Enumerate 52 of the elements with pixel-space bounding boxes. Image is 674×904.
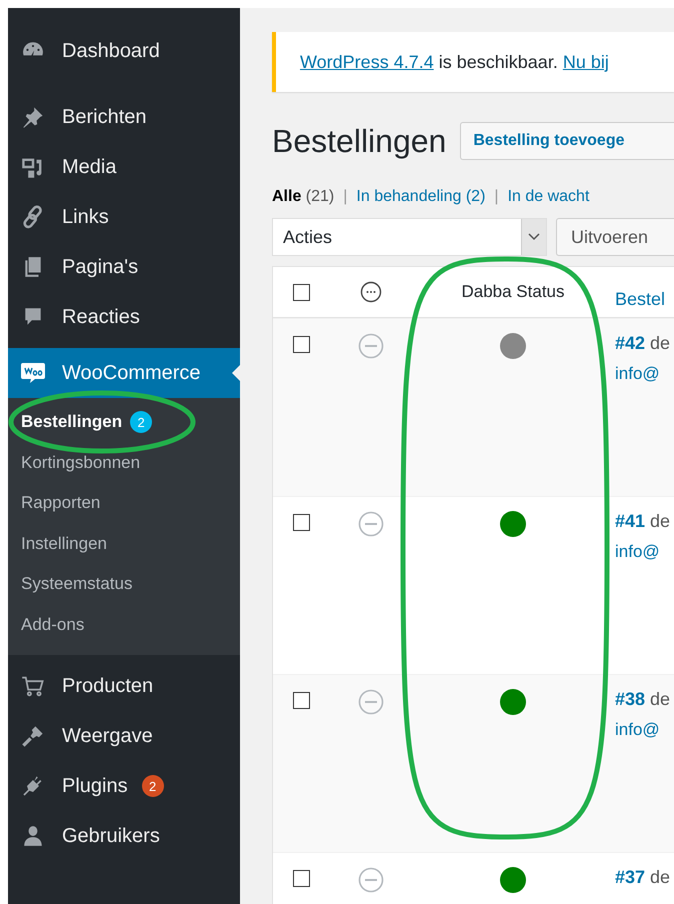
order-number-text: #42 de: [615, 333, 670, 353]
email-link[interactable]: info@: [615, 542, 660, 562]
sidebar-menu-item[interactable]: WooCommerce: [8, 348, 240, 398]
separator-text: |: [494, 188, 499, 206]
checkbox[interactable]: [292, 870, 310, 887]
count-badge: 2: [130, 411, 152, 434]
bulk-action-dropdown[interactable]: Acties: [272, 218, 547, 256]
order-number-text: #37 de: [615, 867, 670, 887]
checkbox[interactable]: [292, 284, 310, 300]
sidebar-menu-item[interactable]: Pagina's: [8, 242, 240, 292]
submenu-item[interactable]: Kortingsbonnen: [8, 442, 240, 483]
filter-link[interactable]: In behandeling (2): [356, 188, 486, 206]
sidebar-menu-item[interactable]: Reacties: [8, 292, 240, 342]
version-link[interactable]: WordPress 4.7.4: [300, 52, 434, 72]
filter-link[interactable]: In de wacht: [508, 188, 590, 206]
submenu-item[interactable]: Rapporten: [8, 483, 240, 524]
column-header-link[interactable]: Bestel: [615, 288, 666, 308]
apply-button[interactable]: Uitvoeren: [556, 218, 674, 256]
pin-icon: [21, 105, 45, 129]
email-link[interactable]: info@: [615, 720, 660, 740]
checkbox[interactable]: [292, 336, 310, 353]
link-icon: [21, 205, 45, 229]
submenu-item[interactable]: Instellingen: [8, 524, 240, 564]
user-icon: [22, 825, 44, 847]
cart-icon: [21, 674, 45, 698]
submenu-item[interactable]: Systeemstatus: [8, 564, 240, 604]
filter-link[interactable]: Alle (21): [272, 188, 334, 206]
order-number-text: #38 de: [615, 689, 670, 709]
sidebar-menu-item[interactable]: Links: [8, 192, 240, 242]
email-link[interactable]: info@: [615, 364, 660, 384]
sidebar-menu-item[interactable]: Gebruikers: [8, 811, 240, 861]
separator-text: |: [343, 188, 348, 206]
update-link[interactable]: Nu bij: [562, 52, 609, 72]
add-order-button[interactable]: Bestelling toevoege: [460, 122, 674, 160]
sidebar-menu-item[interactable]: Dashboard: [8, 26, 240, 76]
order-number-text: #41 de: [615, 511, 670, 531]
page-title: Bestellingen: [272, 122, 446, 160]
sidebar-menu-item[interactable]: Berichten: [8, 92, 240, 142]
checkbox[interactable]: [292, 514, 310, 531]
notice-text: is beschikbaar.: [438, 52, 558, 72]
column-header: Dabba Status: [461, 282, 564, 302]
sidebar-menu-item[interactable]: Media: [8, 142, 240, 192]
sidebar-menu-item[interactable]: Producten: [8, 661, 240, 711]
checkbox[interactable]: [292, 692, 310, 709]
update-count-badge: 2: [142, 775, 164, 797]
sidebar-menu-item[interactable]: Weergave: [8, 711, 240, 761]
sidebar-menu-item[interactable]: Plugins 2: [8, 761, 240, 811]
woo-logo-icon: [20, 361, 46, 385]
submenu-item[interactable]: Bestellingen 2: [8, 402, 240, 442]
caret-icon: [528, 233, 540, 241]
submenu-item[interactable]: Add-ons: [8, 604, 240, 645]
ellipsis-circle-icon: [360, 281, 382, 303]
